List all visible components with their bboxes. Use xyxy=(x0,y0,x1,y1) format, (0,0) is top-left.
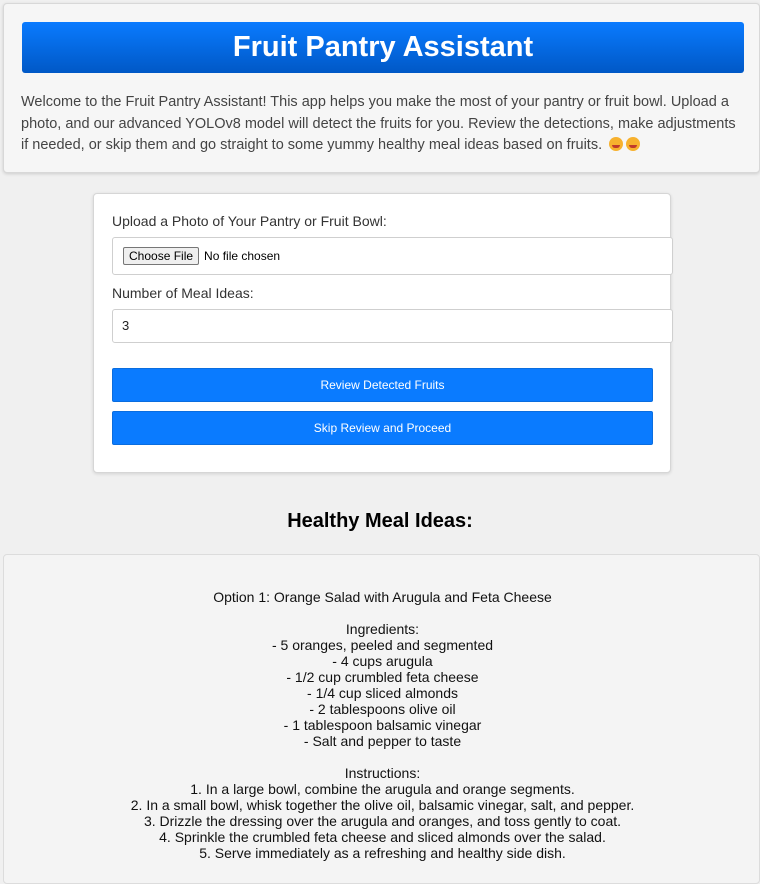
instructions-heading: Instructions: xyxy=(344,765,421,781)
choose-file-button[interactable]: Choose File xyxy=(123,247,200,265)
meal-ideas-title: Healthy Meal Ideas: xyxy=(287,510,473,532)
file-upload-field[interactable]: Choose File No file chosen xyxy=(112,237,673,275)
ingredient-item: - 1/2 cup crumbled feta cheese xyxy=(286,669,479,685)
instruction-step: 5. Serve immediately as a refreshing and… xyxy=(199,845,566,861)
ingredient-item: - 5 oranges, peeled and segmented xyxy=(271,637,494,653)
meal-option: Option 1: Orange Salad with Arugula and … xyxy=(4,589,760,861)
file-status: No file chosen xyxy=(204,249,281,263)
upload-label: Upload a Photo of Your Pantry or Fruit B… xyxy=(112,213,387,229)
ingredient-item: - Salt and pepper to taste xyxy=(303,733,462,749)
title-banner: Fruit Pantry Assistant xyxy=(22,22,744,73)
instruction-step: 4. Sprinkle the crumbled feta cheese and… xyxy=(159,829,606,845)
option-title: Option 1: Orange Salad with Arugula and … xyxy=(213,589,552,605)
header-card: Fruit Pantry Assistant Welcome to the Fr… xyxy=(3,3,760,173)
tongue-face-icon xyxy=(626,137,641,151)
upload-form: Upload a Photo of Your Pantry or Fruit B… xyxy=(93,193,673,473)
intro-text: Welcome to the Fruit Pantry Assistant! T… xyxy=(21,92,745,157)
ingredient-item: - 2 tablespoons olive oil xyxy=(309,701,456,717)
ingredient-item: - 4 cups arugula xyxy=(332,653,433,669)
instruction-step: 2. In a small bowl, whisk together the o… xyxy=(130,797,635,813)
meal-count-input[interactable]: 3 xyxy=(112,309,673,343)
meal-count-label: Number of Meal Ideas: xyxy=(112,285,254,301)
skip-review-button[interactable]: Skip Review and Proceed xyxy=(112,411,653,445)
instruction-step: 3. Drizzle the dressing over the arugula… xyxy=(143,813,622,829)
meal-ideas-card: Option 1: Orange Salad with Arugula and … xyxy=(3,554,760,884)
app-title: Fruit Pantry Assistant xyxy=(232,31,534,63)
ingredients-heading: Ingredients: xyxy=(345,621,420,637)
ingredient-item: - 1 tablespoon balsamic vinegar xyxy=(283,717,482,733)
yum-face-icon xyxy=(609,137,624,151)
ingredient-item: - 1/4 cup sliced almonds xyxy=(307,685,458,701)
instruction-step: 1. In a large bowl, combine the arugula … xyxy=(190,781,575,797)
review-fruits-button[interactable]: Review Detected Fruits xyxy=(112,368,653,402)
